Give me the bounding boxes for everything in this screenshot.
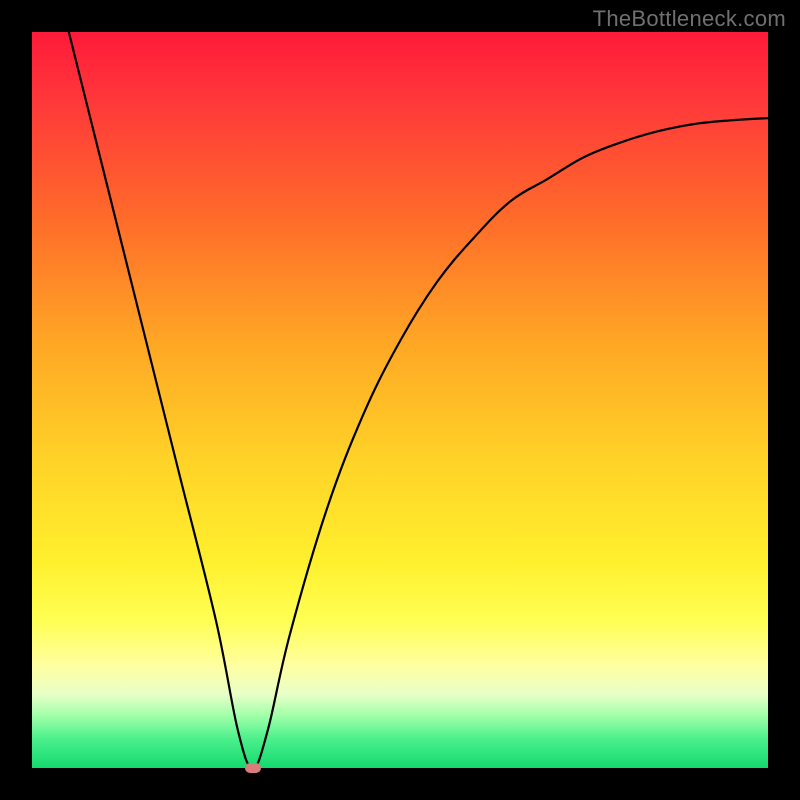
chart-frame: TheBottleneck.com [0,0,800,800]
minimum-marker [245,763,261,773]
plot-area [32,32,768,768]
watermark-text: TheBottleneck.com [593,6,786,32]
bottleneck-curve [32,32,768,768]
